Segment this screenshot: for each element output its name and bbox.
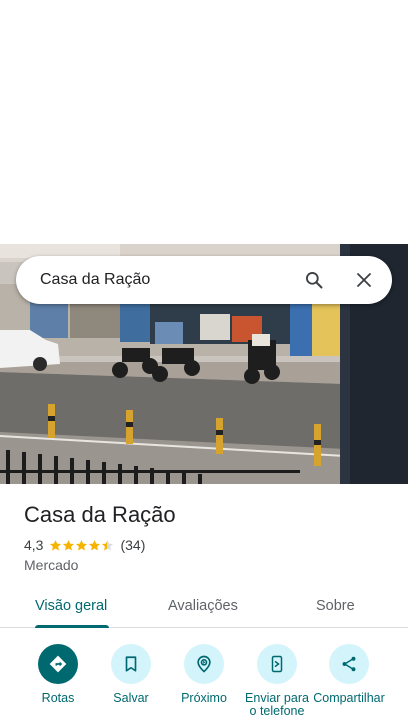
rating-row[interactable]: 4,3 (34) [24,537,145,553]
tab-about[interactable]: Sobre [316,598,355,614]
directions-button[interactable]: Rotas [18,644,98,705]
star-half-icon [102,539,114,550]
tab-overview[interactable]: Visão geral [35,598,107,614]
search-input[interactable]: Casa da Ração [40,271,302,289]
save-button[interactable]: Salvar [91,644,171,705]
share-button[interactable]: Compartilhar [309,644,389,705]
share-label: Compartilhar [313,691,385,705]
star-icon [89,539,101,550]
review-count: (34) [120,537,146,553]
search-bar[interactable]: Casa da Ração [16,256,392,304]
star-icon [63,539,75,550]
send-to-phone-button[interactable]: Enviar para o telefone [237,644,317,718]
nearby-label: Próximo [181,691,227,705]
bookmark-icon [111,644,151,684]
directions-icon [38,644,78,684]
active-tab-indicator [35,625,109,628]
rating-value: 4,3 [24,537,44,553]
place-details-sheet: Casa da Ração 4,3 (34) Mercado Visão ger… [0,484,408,728]
star-icon [50,539,62,550]
directions-label: Rotas [41,691,75,705]
nearby-icon [184,644,224,684]
rating-stars [49,539,114,552]
nearby-button[interactable]: Próximo [164,644,244,705]
close-icon[interactable] [352,268,376,292]
send-to-phone-icon [257,644,297,684]
share-icon [329,644,369,684]
search-icon[interactable] [302,268,326,292]
map-blank-area [0,0,408,244]
action-row: Rotas Salvar Próximo Enviar para o telef… [0,644,408,728]
place-category: Mercado [24,557,79,573]
star-icon [76,539,88,550]
send-to-phone-label: Enviar para o telefone [245,691,309,718]
place-title: Casa da Ração [24,502,176,527]
save-label: Salvar [113,691,149,705]
tab-bar: Visão geral Avaliações Sobre [0,586,408,628]
tab-reviews[interactable]: Avaliações [168,598,238,614]
